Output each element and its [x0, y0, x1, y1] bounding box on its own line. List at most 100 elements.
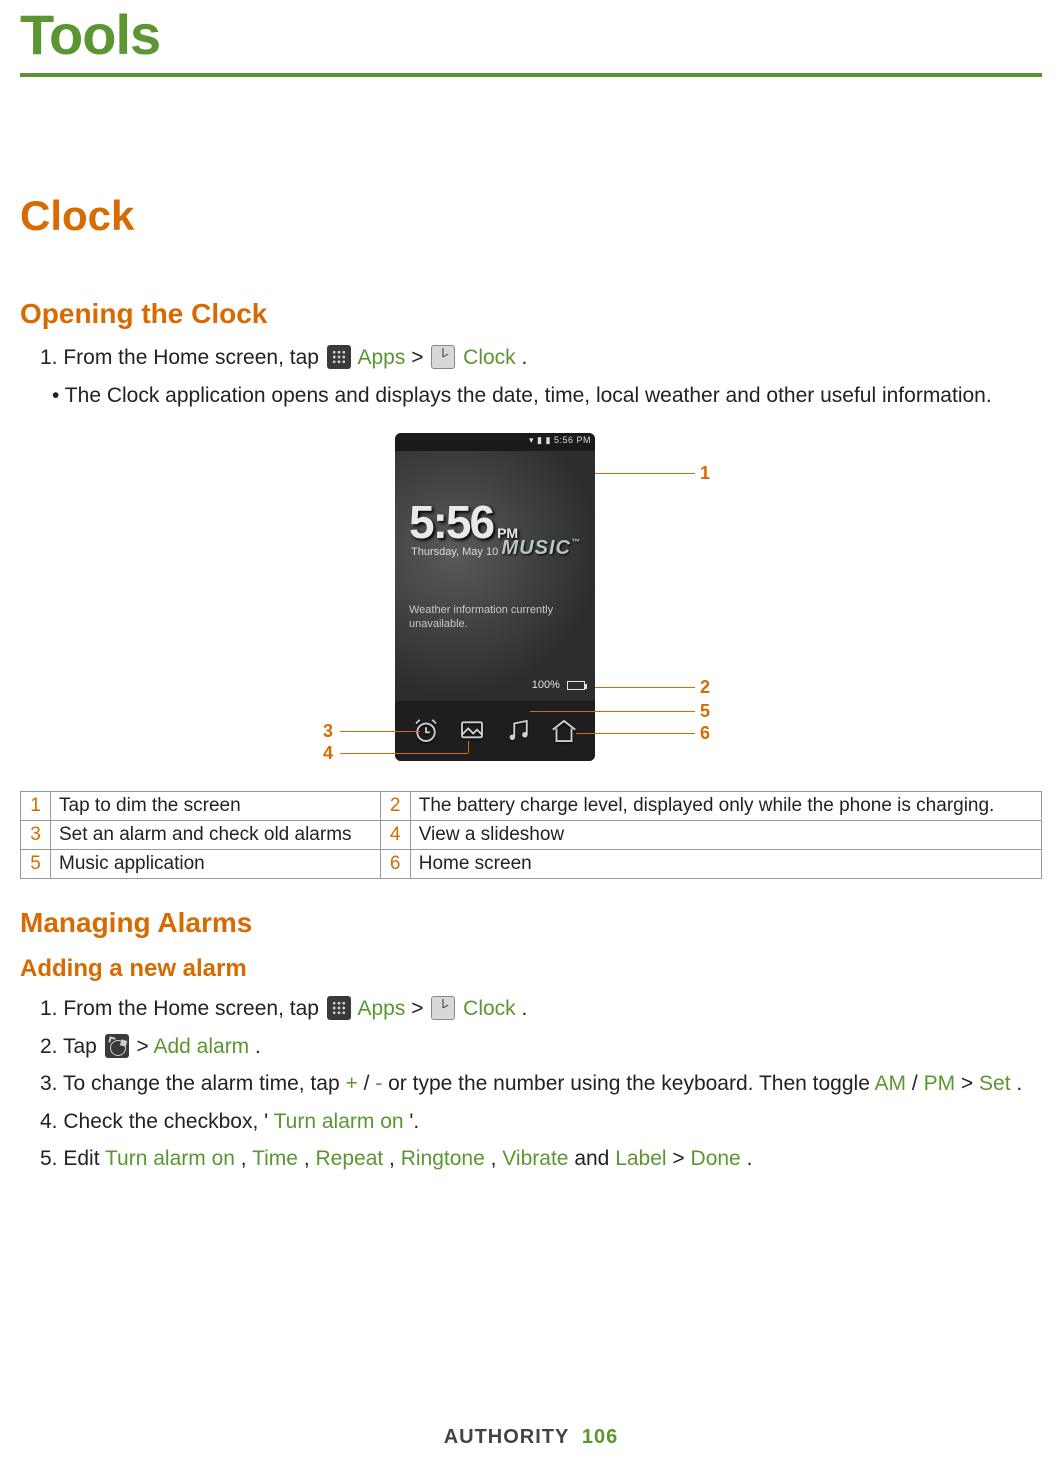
callout-3: 3 — [323, 721, 333, 742]
step-add-5-text-a: 5. Edit — [40, 1147, 105, 1170]
table-desc-1: Tap to dim the screen — [51, 792, 381, 821]
battery-percent: 100% — [532, 679, 560, 691]
status-time: 5:56 PM — [554, 435, 591, 445]
apps-link-2: Apps — [357, 997, 405, 1020]
table-row: 5 Music application 6 Home screen — [21, 850, 1042, 879]
table-desc-2: The battery charge level, displayed only… — [410, 792, 1041, 821]
slideshow-icon — [457, 716, 487, 746]
callout-table: 1 Tap to dim the screen 2 The battery ch… — [20, 791, 1042, 879]
table-num-5: 5 — [21, 850, 51, 879]
table-row: 1 Tap to dim the screen 2 The battery ch… — [21, 792, 1042, 821]
sep-gt-1: > — [411, 346, 429, 369]
clock-icon — [431, 345, 455, 369]
repeat-link: Repeat — [315, 1147, 383, 1170]
callout-line-5 — [530, 711, 695, 712]
sep-gt-4: > — [961, 1072, 979, 1095]
opening-the-clock-heading: Opening the Clock — [20, 298, 1042, 330]
page-title: Tools — [20, 0, 1042, 67]
callout-line-4 — [340, 753, 468, 754]
add-alarm-link: Add alarm — [153, 1035, 249, 1058]
sep-gt-2: > — [411, 997, 429, 1020]
slash-2: / — [912, 1072, 918, 1095]
step-open-1-text-a: 1. From the Home screen, tap — [40, 346, 325, 369]
alarm-icon-inline — [105, 1034, 129, 1058]
table-num-2: 2 — [380, 792, 410, 821]
callout-line-4v — [468, 741, 469, 753]
period-5: . — [747, 1147, 753, 1170]
status-batt-icon: ▮ — [546, 435, 551, 445]
apps-icon — [327, 345, 351, 369]
period-1: . — [522, 346, 528, 369]
step-add-3: 3. To change the alarm time, tap + / - o… — [40, 1068, 1042, 1100]
plus-link: + — [345, 1072, 357, 1095]
pm-link: PM — [924, 1072, 956, 1095]
and-text: and — [574, 1147, 615, 1170]
step-open-1: 1. From the Home screen, tap Apps > Cloc… — [40, 342, 1042, 374]
table-num-1: 1 — [21, 792, 51, 821]
music-icon — [503, 716, 533, 746]
callout-5: 5 — [700, 701, 710, 722]
status-signal-icon: ▮ — [537, 435, 542, 445]
table-desc-3: Set an alarm and check old alarms — [51, 821, 381, 850]
footer: AUTHORITY 106 — [0, 1426, 1062, 1449]
table-row: 3 Set an alarm and check old alarms 4 Vi… — [21, 821, 1042, 850]
music-text: MUSIC — [502, 537, 571, 559]
callout-line-3 — [340, 731, 420, 732]
time-link: Time — [252, 1147, 298, 1170]
sep-gt-3: > — [137, 1035, 154, 1058]
callout-4: 4 — [323, 743, 333, 764]
sep-gt-5: > — [672, 1147, 690, 1170]
status-wifi-icon: ▾ — [529, 435, 534, 445]
table-desc-4: View a slideshow — [410, 821, 1041, 850]
comma-3: , — [389, 1147, 401, 1170]
comma-1: , — [241, 1147, 252, 1170]
clock-link: Clock — [463, 346, 516, 369]
clock-link-2: Clock — [463, 997, 516, 1020]
done-link: Done — [691, 1147, 741, 1170]
phone-statusbar: ▾ ▮ ▮ 5:56 PM — [395, 433, 595, 451]
turn-alarm-on-link-1: Turn alarm on — [274, 1110, 404, 1133]
vibrate-link: Vibrate — [502, 1147, 568, 1170]
step-add-2-text-a: 2. Tap — [40, 1035, 103, 1058]
phone-toolbar — [395, 701, 595, 761]
step-add-3-text-a: 3. To change the alarm time, tap — [40, 1072, 345, 1095]
callout-1: 1 — [700, 463, 710, 484]
step-add-2: 2. Tap > Add alarm . — [40, 1031, 1042, 1063]
footer-page-number: 106 — [582, 1426, 618, 1448]
apps-link: Apps — [357, 346, 405, 369]
period-3: . — [255, 1035, 261, 1058]
clock-date: Thursday, May 10 — [411, 546, 498, 558]
comma-4: , — [491, 1147, 503, 1170]
table-num-3: 3 — [21, 821, 51, 850]
slash-1: / — [364, 1072, 370, 1095]
phone-body: 5:56PM Thursday, May 10 MUSIC™ Weather i… — [395, 451, 595, 701]
table-num-4: 4 — [380, 821, 410, 850]
table-desc-6: Home screen — [410, 850, 1041, 879]
step-add-4: 4. Check the checkbox, ' Turn alarm on '… — [40, 1106, 1042, 1138]
bullet-open: • The Clock application opens and displa… — [52, 380, 1042, 412]
step-add-4-text-a: 4. Check the checkbox, ' — [40, 1110, 268, 1133]
battery-icon — [567, 681, 585, 690]
callout-line-1 — [595, 473, 695, 474]
step-add-3-text-b: or type the number using the keyboard. T… — [388, 1072, 874, 1095]
music-label: MUSIC™ — [502, 537, 581, 560]
weather-text: Weather information currently unavailabl… — [409, 603, 581, 632]
set-link: Set — [979, 1072, 1011, 1095]
minus-link: - — [375, 1072, 382, 1095]
step-add-1-text-a: 1. From the Home screen, tap — [40, 997, 325, 1020]
table-num-6: 6 — [380, 850, 410, 879]
callout-2: 2 — [700, 677, 710, 698]
clock-icon — [431, 996, 455, 1020]
music-tm: ™ — [571, 537, 581, 547]
step-add-4-text-b: '. — [409, 1110, 419, 1133]
managing-alarms-heading: Managing Alarms — [20, 907, 1042, 939]
clock-diagram: ▾ ▮ ▮ 5:56 PM 5:56PM Thursday, May 10 MU… — [20, 433, 1042, 783]
table-desc-5: Music application — [51, 850, 381, 879]
home-icon — [549, 716, 579, 746]
am-link: AM — [875, 1072, 907, 1095]
adding-new-alarm-heading: Adding a new alarm — [20, 955, 1042, 983]
turn-alarm-on-link-2: Turn alarm on — [105, 1147, 235, 1170]
callout-line-2 — [595, 687, 695, 688]
footer-brand: AUTHORITY — [444, 1426, 570, 1448]
callout-line-6 — [576, 733, 695, 734]
